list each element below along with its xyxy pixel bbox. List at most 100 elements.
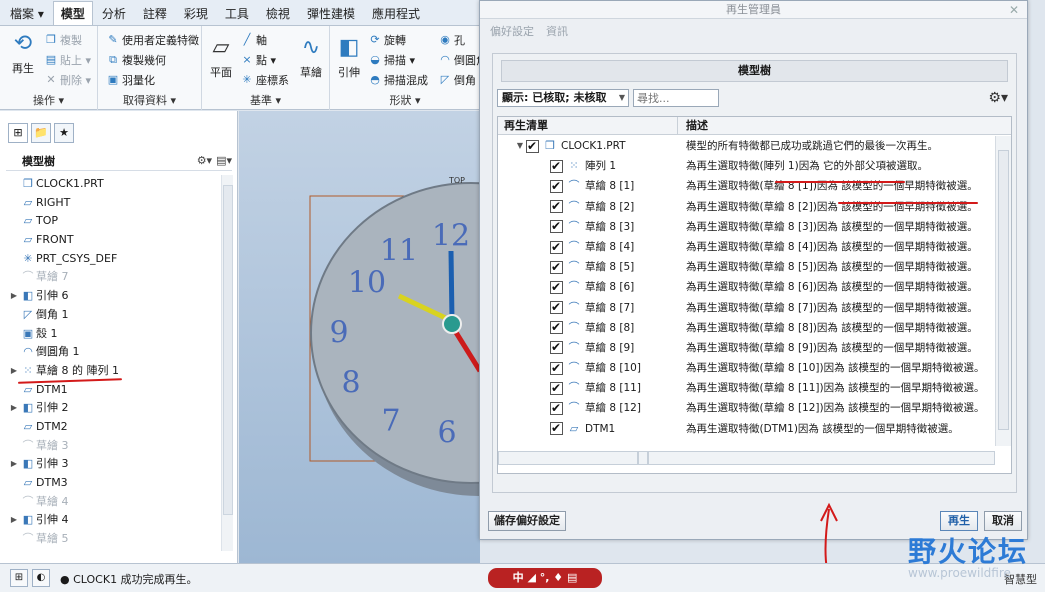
column-description[interactable]: 描述	[678, 117, 1011, 134]
regen-checkbox[interactable]	[550, 197, 563, 215]
model-tree-scrollbar[interactable]	[221, 175, 233, 551]
datum-group-label[interactable]: 基準 ▾	[202, 92, 329, 108]
regen-checkbox[interactable]	[550, 177, 563, 195]
menu-preferences[interactable]: 偏好設定	[490, 23, 534, 39]
regen-checkbox[interactable]	[550, 278, 563, 296]
regen-checkbox[interactable]	[550, 419, 563, 437]
copy-geometry-button[interactable]: ⧉ 複製幾何	[106, 52, 166, 68]
ribbon-tab[interactable]: 應用程式	[364, 1, 428, 25]
ribbon-tab[interactable]: 註釋	[135, 1, 175, 25]
close-icon[interactable]: ✕	[1009, 1, 1019, 19]
graphics-viewport[interactable]: TOP 12 11 10 9 8 7 6	[239, 111, 480, 563]
point-button[interactable]: × 點 ▾	[240, 52, 276, 68]
chamfer-button[interactable]: ◸ 倒角	[438, 72, 476, 88]
save-preferences-button[interactable]: 儲存偏好設定	[488, 511, 566, 531]
tree-item[interactable]: ⌒ 草繪 3	[8, 437, 220, 456]
copy-button[interactable]: ❐ 複製	[44, 32, 82, 48]
folder-browser-tab-icon[interactable]: 📁	[31, 123, 51, 143]
regen-checkbox[interactable]	[550, 318, 563, 336]
settings-icon[interactable]: ⚙▾	[988, 90, 1012, 106]
table-row[interactable]: ▱ DTM1 為再生選取特徵(DTM1)因為 該模型的一個早期特徵被選。	[498, 419, 995, 439]
vertical-scrollbar[interactable]	[995, 136, 1011, 446]
tree-item[interactable]: ❒ CLOCK1.PRT	[8, 175, 220, 194]
regen-checkbox[interactable]	[550, 338, 563, 356]
table-row[interactable]: ▼ ❒ CLOCK1.PRT 模型的所有特徵都已成功或跳過它們的最後一次再生。	[498, 136, 995, 156]
table-row[interactable]: ⌒ 草繪 8 [6] 為再生選取特徵(草繪 8 [6])因為 該模型的一個早期特徵被…	[498, 277, 995, 297]
regenerate-button[interactable]: 再生	[940, 511, 978, 531]
tree-columns-icon[interactable]: ▤▾	[216, 154, 232, 167]
tree-item[interactable]: ▶ ◧ 引伸 2	[8, 399, 220, 418]
tree-item[interactable]: ⌒ 草繪 7	[8, 268, 220, 287]
get-data-group-label[interactable]: 取得資料 ▾	[98, 92, 201, 108]
axis-button[interactable]: ╱ 軸	[240, 32, 267, 48]
tree-item[interactable]: ▶ ◧ 引伸 6	[8, 287, 220, 306]
table-row[interactable]: ⌒ 草繪 8 [10] 為再生選取特徵(草繪 8 [10])因為 該模型的一個早期特…	[498, 358, 995, 378]
expand-arrow-icon[interactable]: ▶	[8, 287, 20, 306]
tree-item[interactable]: ▱ TOP	[8, 212, 220, 231]
browser-toggle-icon[interactable]: ◐	[32, 569, 50, 587]
collapse-arrow-icon[interactable]: ▼	[514, 136, 526, 156]
extrude-button[interactable]: ◧ 引伸	[334, 34, 364, 80]
tree-item[interactable]: ▱ DTM1	[8, 381, 220, 400]
swept-blend-button[interactable]: ◓ 掃描混成	[368, 72, 428, 88]
search-input[interactable]	[633, 89, 719, 107]
ribbon-tab[interactable]: 工具	[217, 1, 257, 25]
regen-checkbox[interactable]	[550, 217, 563, 235]
regen-checkbox[interactable]	[550, 157, 563, 175]
tree-settings-icon[interactable]: ⚙▾	[197, 154, 212, 167]
hole-button[interactable]: ◉ 孔	[438, 32, 465, 48]
table-row[interactable]: ⌒ 草繪 8 [2] 為再生選取特徵(草繪 8 [2])因為 該模型的一個早期特徵被…	[498, 197, 995, 217]
csys-button[interactable]: ✳ 座標系	[240, 72, 289, 88]
ribbon-tab[interactable]: 分析	[94, 1, 134, 25]
favorites-tab-icon[interactable]: ★	[54, 123, 74, 143]
tree-item[interactable]: ▶ ◧ 引伸 4	[8, 511, 220, 530]
ribbon-tab[interactable]: 彩現	[176, 1, 216, 25]
tree-item[interactable]: ◠ 倒圓角 1	[8, 343, 220, 362]
expand-arrow-icon[interactable]: ▶	[8, 511, 20, 530]
tree-item[interactable]: ⌒ 草繪 5	[8, 530, 220, 549]
table-row[interactable]: ⌒ 草繪 8 [8] 為再生選取特徵(草繪 8 [8])因為 該模型的一個早期特徵被…	[498, 318, 995, 338]
tree-item[interactable]: ✳ PRT_CSYS_DEF	[8, 250, 220, 269]
regen-checkbox[interactable]	[550, 298, 563, 316]
regen-checkbox[interactable]	[550, 399, 563, 417]
regen-checkbox[interactable]	[550, 359, 563, 377]
paste-button[interactable]: ▤ 貼上 ▾	[44, 52, 91, 68]
sweep-button[interactable]: ◒ 掃描 ▾	[368, 52, 415, 68]
model-tree-tab-icon[interactable]: ⊞	[8, 123, 28, 143]
plane-button[interactable]: ▱ 平面	[206, 34, 236, 80]
table-row[interactable]: ⌒ 草繪 8 [11] 為再生選取特徵(草繪 8 [11])因為 該模型的一個早期特…	[498, 378, 995, 398]
regen-checkbox[interactable]	[550, 238, 563, 256]
tree-item[interactable]: ▶ ◧ 引伸 3	[8, 455, 220, 474]
udf-button[interactable]: ✎ 使用者定義特徵	[106, 32, 199, 48]
model-tree-toggle-icon[interactable]: ⊞	[10, 569, 28, 587]
table-row[interactable]: ⌒ 草繪 8 [7] 為再生選取特徵(草繪 8 [7])因為 該模型的一個早期特徵被…	[498, 298, 995, 318]
ribbon-tab[interactable]: 檔案 ▾	[2, 1, 52, 25]
regenerate-ribbon-button[interactable]: ⟲ 再生	[8, 30, 38, 76]
revolve-button[interactable]: ⟳ 旋轉	[368, 32, 406, 48]
tree-item[interactable]: ▱ RIGHT	[8, 194, 220, 213]
expand-arrow-icon[interactable]: ▶	[8, 362, 20, 381]
table-row[interactable]: ⌒ 草繪 8 [3] 為再生選取特徵(草繪 8 [3])因為 該模型的一個早期特徵被…	[498, 217, 995, 237]
delete-button[interactable]: ✕ 刪除 ▾	[44, 72, 91, 88]
table-row[interactable]: ⌒ 草繪 8 [5] 為再生選取特徵(草繪 8 [5])因為 該模型的一個早期特徵被…	[498, 257, 995, 277]
tree-item[interactable]: ▱ DTM2	[8, 418, 220, 437]
shapes-group-label[interactable]: 形狀 ▾	[330, 92, 480, 108]
tree-item[interactable]: ▱ FRONT	[8, 231, 220, 250]
menu-info[interactable]: 資訊	[546, 23, 568, 39]
ribbon-tab[interactable]: 檢視	[258, 1, 298, 25]
regen-checkbox[interactable]	[550, 258, 563, 276]
column-regen-list[interactable]: 再生清單	[498, 117, 678, 134]
table-row[interactable]: ⌒ 草繪 8 [9] 為再生選取特徵(草繪 8 [9])因為 該模型的一個早期特徵被…	[498, 338, 995, 358]
cancel-button[interactable]: 取消	[984, 511, 1022, 531]
tree-item[interactable]: ▣ 殼 1	[8, 325, 220, 344]
operations-group-label[interactable]: 操作 ▾	[0, 92, 97, 108]
table-row[interactable]: ⌒ 草繪 8 [4] 為再生選取特徵(草繪 8 [4])因為 該模型的一個早期特徵被…	[498, 237, 995, 257]
display-filter-select[interactable]: 顯示: 已核取; 未核取 ▼	[497, 89, 629, 107]
tree-item[interactable]: ◸ 倒角 1	[8, 306, 220, 325]
ribbon-tab[interactable]: 模型	[52, 1, 93, 25]
table-row[interactable]: ⌒ 草繪 8 [1] 為再生選取特徵(草繪 8 [1])因為 該模型的一個早期特徵被…	[498, 176, 995, 196]
shrinkwrap-button[interactable]: ▣ 羽量化	[106, 72, 155, 88]
tree-item[interactable]: ▱ DTM3	[8, 474, 220, 493]
expand-arrow-icon[interactable]: ▶	[8, 455, 20, 474]
table-row[interactable]: ⁙ 陣列 1 為再生選取特徵(陣列 1)因為 它的外部父項被選取。	[498, 156, 995, 176]
